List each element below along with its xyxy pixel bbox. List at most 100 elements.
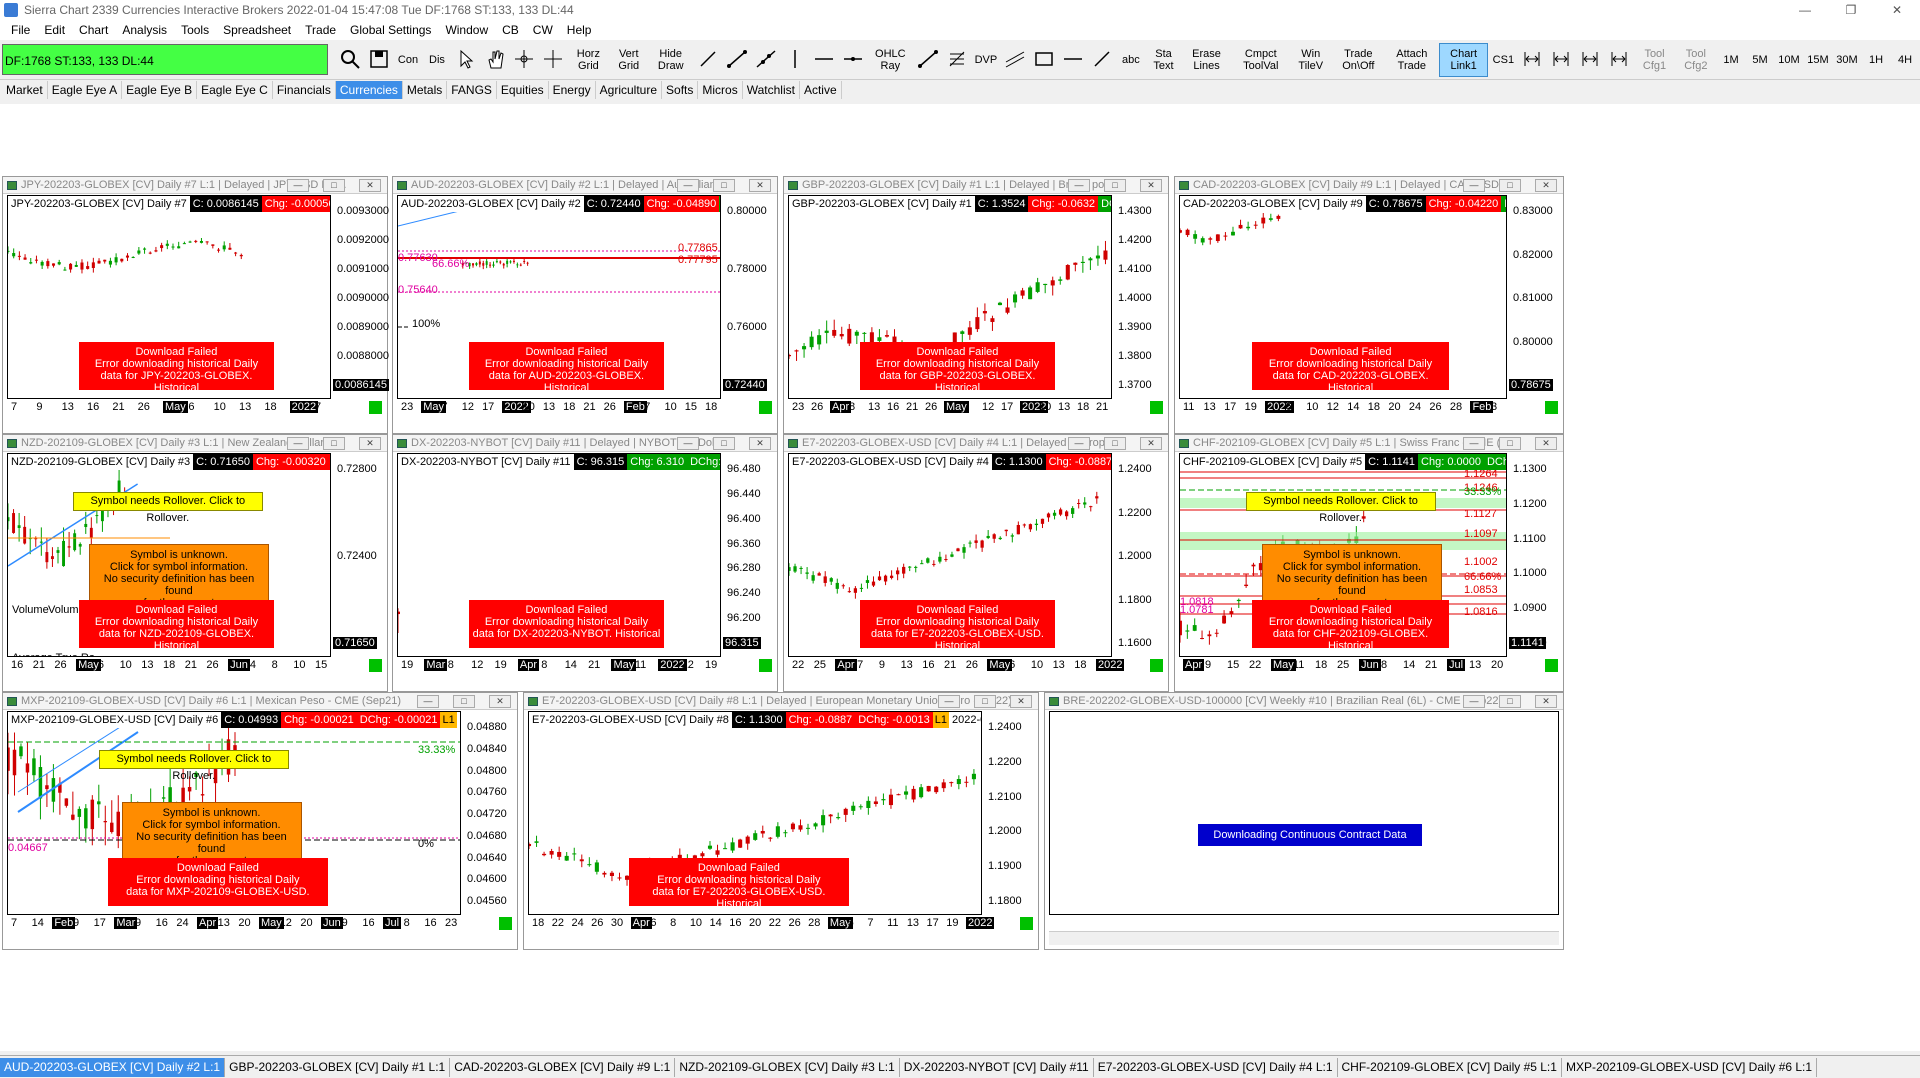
time-axis[interactable]: 7 9 13 16 21 26 May 6 10 13 18 2022 7 [7, 400, 387, 416]
ray-tool[interactable] [723, 43, 751, 77]
chart-window-title[interactable]: NZD-202109-GLOBEX [CV] Daily #3 L:1 | Ne… [3, 435, 387, 452]
menu-window[interactable]: Window [438, 23, 495, 37]
chart-window-title[interactable]: E7-202203-GLOBEX-USD [CV] Daily #8 L:1 |… [524, 693, 1038, 710]
close-icon[interactable]: ✕ [1535, 695, 1557, 708]
download-failed-box[interactable]: Download Failed Error downloading histori… [469, 342, 664, 394]
tf-1m-button[interactable]: 1M [1717, 43, 1745, 77]
chart-plot-area[interactable]: AUD-202203-GLOBEX [CV] Daily #2 C: 0.7244… [397, 195, 721, 399]
scroll-marker-icon[interactable] [759, 401, 772, 414]
chart-window-jpy[interactable]: JPY-202203-GLOBEX [CV] Daily #7 L:1 | De… [2, 176, 389, 434]
menu-spreadsheet[interactable]: Spreadsheet [216, 23, 298, 37]
window-tab[interactable]: NZD-202109-GLOBEX [CV] Daily #3 L:1 [675, 1057, 900, 1077]
menu-cw[interactable]: CW [526, 23, 560, 37]
erase-lines-button[interactable]: Erase Lines [1182, 43, 1231, 77]
save-button[interactable] [365, 43, 393, 77]
tab-equities[interactable]: Equities [497, 81, 549, 99]
tab-metals[interactable]: Metals [403, 81, 448, 99]
hand-tool[interactable] [481, 43, 509, 77]
minimize-icon[interactable]: — [1463, 179, 1485, 192]
restore-icon[interactable]: ❐ [1828, 0, 1874, 20]
scroll-marker-icon[interactable] [1545, 401, 1558, 414]
minimize-icon[interactable]: — [287, 179, 309, 192]
chart-window-cad[interactable]: CAD-202203-GLOBEX [CV] Daily #9 L:1 | De… [1174, 176, 1564, 434]
rectangle-tool[interactable] [1030, 43, 1058, 77]
chart-plot-area[interactable]: E7-202203-GLOBEX-USD [CV] Daily #8 C: 1.1… [528, 711, 982, 915]
minimize-icon[interactable]: — [1068, 179, 1090, 192]
tab-energy[interactable]: Energy [549, 81, 596, 99]
text-tool[interactable]: abc [1117, 43, 1145, 77]
download-failed-box[interactable]: Download Failed Error downloading histori… [79, 342, 274, 394]
minimize-icon[interactable]: — [1068, 437, 1090, 450]
dis-button[interactable]: Dis [423, 43, 451, 77]
maximize-icon[interactable]: □ [1499, 437, 1521, 450]
maximize-icon[interactable]: □ [323, 437, 345, 450]
price-axis[interactable]: 1.2400 1.2200 1.2100 1.2000 1.1900 1.1800 [984, 711, 1040, 915]
tf-5m-button[interactable]: 5M [1746, 43, 1774, 77]
chart-window-gbp[interactable]: GBP-202203-GLOBEX [CV] Daily #1 L:1 | De… [783, 176, 1169, 434]
window-tab[interactable]: CAD-202203-GLOBEX [CV] Daily #9 L:1 [450, 1057, 676, 1077]
window-tab[interactable]: MXP-202109-GLOBEX-USD [CV] Daily #6 L:1 [1562, 1057, 1818, 1077]
download-failed-box[interactable]: Download Failed Error downloading histori… [469, 600, 664, 648]
dvp-button[interactable]: DVP [972, 43, 1000, 77]
maximize-icon[interactable]: □ [1499, 179, 1521, 192]
close-icon[interactable]: ✕ [749, 437, 771, 450]
tab-market[interactable]: Market [2, 81, 48, 99]
chart-plot-area[interactable]: GBP-202203-GLOBEX [CV] Daily #1 C: 1.3524… [788, 195, 1112, 399]
channel-tool[interactable] [1001, 43, 1029, 77]
price-axis[interactable]: 1.2400 1.2200 1.2000 1.1800 1.1600 [1114, 453, 1170, 657]
close-icon[interactable]: ✕ [1140, 179, 1162, 192]
tf-4h-button[interactable]: 4H [1891, 43, 1919, 77]
tf-30m-button[interactable]: 30M [1833, 43, 1861, 77]
download-failed-box[interactable]: Download Failed Error downloading histori… [1252, 600, 1449, 652]
scroll-marker-icon[interactable] [499, 917, 512, 930]
parallel-tool[interactable] [914, 43, 942, 77]
scale-tool-2[interactable] [1547, 43, 1575, 77]
price-axis[interactable]: 0.0093000 0.0092000 0.0091000 0.0090000 0.00… [333, 195, 389, 399]
chart-plot-area[interactable]: CAD-202203-GLOBEX [CV] Daily #9 C: 0.7867… [1179, 195, 1507, 399]
tool-cfg1-button[interactable]: Tool Cfg1 [1634, 43, 1674, 77]
tab-agriculture[interactable]: Agriculture [596, 81, 663, 99]
menu-trade[interactable]: Trade [298, 23, 343, 37]
chart-window-title[interactable]: JPY-202203-GLOBEX [CV] Daily #7 L:1 | De… [3, 177, 387, 194]
ohlc-ray-button[interactable]: OHLC Ray [868, 43, 913, 77]
price-axis[interactable]: 1.4300 1.4200 1.4100 1.4000 1.3900 1.3800 1.37… [1114, 195, 1170, 399]
chart-plot-area[interactable]: MXP-202109-GLOBEX-USD [CV] Daily #6 C: 0.… [7, 711, 461, 915]
window-tab[interactable]: E7-202203-GLOBEX-USD [CV] Daily #4 L:1 [1094, 1057, 1338, 1077]
maximize-icon[interactable]: □ [974, 695, 996, 708]
download-failed-box[interactable]: Download Failed Error downloading histori… [79, 600, 274, 652]
chart-window-title[interactable]: AUD-202203-GLOBEX [CV] Daily #2 L:1 | De… [393, 177, 777, 194]
time-axis[interactable]: 18 22 24 26 30 Apr 6 8 10 14 16 20 22 26 28 May 5 7 11 13 17… [528, 916, 1038, 932]
rollover-banner[interactable]: Symbol needs Rollover. Click to Rollover… [98, 750, 289, 782]
fib-tool[interactable] [943, 43, 971, 77]
chart-window-e7b[interactable]: E7-202203-GLOBEX-USD [CV] Daily #8 L:1 |… [523, 692, 1039, 950]
download-failed-box[interactable]: Download Failed Error downloading histori… [860, 342, 1055, 394]
scroll-marker-icon[interactable] [1150, 401, 1163, 414]
maximize-icon[interactable]: □ [1499, 695, 1521, 708]
minimize-icon[interactable]: — [677, 179, 699, 192]
scroll-marker-icon[interactable] [1020, 917, 1033, 930]
time-axis[interactable]: 7 14 Feb 9 17 Mar 9 16 24 Apr 13 20 May 12 20 Jun 9 16 Jul… [7, 916, 517, 932]
scroll-marker-icon[interactable] [1150, 659, 1163, 672]
tab-micros[interactable]: Micros [698, 81, 743, 99]
close-icon[interactable]: ✕ [359, 179, 381, 192]
win-tilev-button[interactable]: Win TileV [1291, 43, 1331, 77]
time-axis[interactable]: 11 13 17 19 2022 6 10 12 14 18 20 24 26 28 Feb 3 [1179, 400, 1563, 416]
minimize-icon[interactable]: — [1782, 0, 1828, 20]
chart-plot-area[interactable]: NZD-202109-GLOBEX [CV] Daily #3 C: 0.7165… [7, 453, 331, 657]
menu-help[interactable]: Help [560, 23, 599, 37]
chart-link1-button[interactable]: Chart Link1 [1438, 43, 1489, 77]
trend-line[interactable] [17, 731, 139, 813]
menu-edit[interactable]: Edit [37, 23, 72, 37]
time-axis[interactable]: 22 25 Apr 7 9 13 16 21 26 May 6 10 13 18 2022 [788, 658, 1168, 674]
tab-eagle-eye-b[interactable]: Eagle Eye B [122, 81, 198, 99]
menu-tools[interactable]: Tools [174, 23, 216, 37]
cmpct-toolval-button[interactable]: Cmpct ToolVal [1232, 43, 1290, 77]
price-axis[interactable]: 0.830000.820000.810000.800000.790000.786… [1509, 195, 1565, 399]
scale-tool-1[interactable] [1518, 43, 1546, 77]
tf-15m-button[interactable]: 15M [1804, 43, 1832, 77]
close-icon[interactable]: ✕ [359, 437, 381, 450]
scroll-marker-icon[interactable] [369, 401, 382, 414]
window-tab[interactable]: GBP-202203-GLOBEX [CV] Daily #1 L:1 [225, 1057, 451, 1077]
menu-chart[interactable]: Chart [72, 23, 115, 37]
hline-tool[interactable] [1059, 43, 1087, 77]
